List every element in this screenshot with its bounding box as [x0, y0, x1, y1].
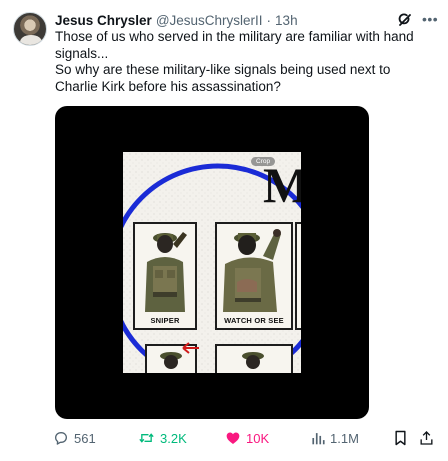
tweet-media[interactable]: Crop MI SNIPER	[55, 106, 369, 419]
reply-button[interactable]: 561	[53, 430, 96, 446]
tweet-actions: 561 3.2K 10K 1.1M	[0, 430, 448, 446]
media-image: Crop MI SNIPER	[123, 152, 301, 373]
signal-card-bottom-2	[215, 344, 293, 373]
avatar[interactable]	[13, 12, 47, 46]
separator-dot: ·	[266, 12, 272, 28]
more-icon[interactable]: •••	[422, 11, 438, 27]
tweet-text-line-2: So why are these military-like signals b…	[55, 62, 391, 94]
author-handle[interactable]: @JesusChryslerII	[156, 13, 263, 28]
bookmark-button[interactable]	[394, 430, 407, 446]
image-title-text: MI	[263, 157, 301, 213]
repost-count: 3.2K	[160, 430, 187, 446]
signal-card-partial	[295, 222, 301, 330]
card-label-sniper: SNIPER	[150, 316, 180, 325]
author-name[interactable]: Jesus Chrysler	[55, 13, 152, 28]
signal-card-watch-or-see: WATCH OR SEE	[215, 222, 293, 330]
card-label-watch-or-see: WATCH OR SEE	[224, 316, 284, 325]
like-button[interactable]: 10K	[225, 430, 269, 446]
like-icon	[226, 432, 240, 444]
repost-button[interactable]: 3.2K	[138, 430, 187, 446]
reply-count: 561	[74, 430, 96, 446]
tweet-text-line-1: Those of us who served in the military a…	[55, 29, 414, 61]
timestamp[interactable]: 13h	[275, 13, 298, 28]
reply-icon	[55, 432, 67, 445]
views-icon	[312, 433, 325, 445]
bookmark-icon	[395, 430, 406, 446]
tweet-text: Those of us who served in the military a…	[55, 29, 435, 95]
share-icon	[420, 431, 433, 445]
repost-icon	[139, 433, 154, 443]
views-count: 1.1M	[330, 430, 359, 446]
like-count: 10K	[246, 430, 270, 446]
tweet-header: Jesus Chrysler @JesusChryslerII · 13h	[55, 11, 298, 29]
share-button[interactable]	[419, 430, 434, 446]
grok-icon[interactable]	[397, 12, 413, 28]
views-button[interactable]: 1.1M	[311, 430, 359, 446]
signal-card-sniper: SNIPER	[133, 222, 197, 330]
